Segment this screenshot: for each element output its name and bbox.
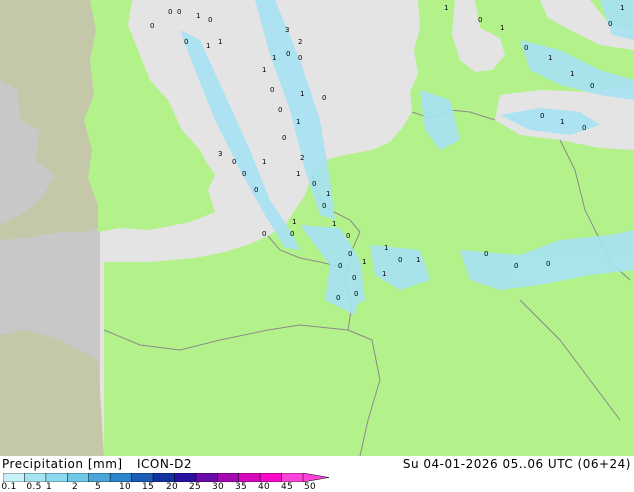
precip-value: 1 bbox=[570, 70, 574, 78]
precip-value: 0 bbox=[282, 134, 286, 142]
scale-tick-label: 1 bbox=[45, 482, 53, 492]
precip-value: 0 bbox=[298, 54, 302, 62]
scale-segment bbox=[174, 473, 197, 482]
scale-tick-label: 45 bbox=[280, 482, 294, 492]
precip-value: 1 bbox=[218, 38, 222, 46]
precip-value: 0 bbox=[150, 22, 154, 30]
precip-value: 3 bbox=[285, 26, 289, 34]
precip-value: 1 bbox=[296, 118, 300, 126]
precip-value: 0 bbox=[254, 186, 258, 194]
precip-value: 1 bbox=[326, 190, 330, 198]
color-scale-bar bbox=[3, 473, 329, 482]
precip-value: 0 bbox=[290, 230, 294, 238]
precip-value: 1 bbox=[444, 4, 448, 12]
scale-tick-label: 30 bbox=[211, 482, 225, 492]
precip-value: 1 bbox=[416, 256, 420, 264]
scale-segment bbox=[281, 473, 304, 482]
precip-value: 1 bbox=[292, 218, 296, 226]
precip-value: 0 bbox=[582, 124, 586, 132]
color-scale-ticks: 0.1 0.5 1 2 5 10 15 20 25 30 35 40 45 50 bbox=[0, 482, 634, 492]
precip-value: 2 bbox=[300, 154, 304, 162]
precip-value: 0 bbox=[242, 170, 246, 178]
scale-tick-label: 40 bbox=[257, 482, 271, 492]
scale-segment bbox=[217, 473, 240, 482]
scale-segment bbox=[88, 473, 111, 482]
scale-tick-label: 2 bbox=[71, 482, 79, 492]
precip-value: 0 bbox=[184, 38, 188, 46]
precip-value: 0 bbox=[514, 262, 518, 270]
scale-tick-label: 0.1 bbox=[1, 482, 17, 492]
precip-value: 1 bbox=[560, 118, 564, 126]
precip-value: 0 bbox=[398, 256, 402, 264]
precip-value: 0 bbox=[270, 86, 274, 94]
scale-tick-label: 15 bbox=[141, 482, 155, 492]
scale-segment bbox=[238, 473, 261, 482]
scale-segment bbox=[131, 473, 154, 482]
scale-arrow bbox=[302, 473, 329, 482]
precip-value: 1 bbox=[548, 54, 552, 62]
scale-segment bbox=[67, 473, 90, 482]
precip-value: 0 bbox=[312, 180, 316, 188]
scale-segment bbox=[259, 473, 283, 482]
precip-value: 2 bbox=[298, 38, 302, 46]
precip-value: 0 bbox=[540, 112, 544, 120]
precip-value: 0 bbox=[352, 274, 356, 282]
precip-value: 1 bbox=[262, 158, 266, 166]
precip-value: 0 bbox=[232, 158, 236, 166]
precip-value: 1 bbox=[332, 220, 336, 228]
scale-segment bbox=[109, 473, 133, 482]
precip-value: 1 bbox=[196, 12, 200, 20]
chart-title: Precipitation [mm] bbox=[2, 457, 123, 471]
map-canvas: 0 0 1 0010 13201100 1 0010210 100101001000 110 11… bbox=[0, 0, 634, 456]
precip-value: 1 bbox=[500, 24, 504, 32]
scale-segment bbox=[152, 473, 176, 482]
legend-footer: Precipitation [mm] ICON-D2 Su 04-01-2026… bbox=[0, 456, 634, 492]
scale-segment bbox=[195, 473, 219, 482]
scale-tick-label: 35 bbox=[234, 482, 248, 492]
precip-value: 3 bbox=[218, 150, 222, 158]
scale-segment bbox=[24, 473, 47, 482]
precip-value: 0 bbox=[346, 232, 350, 240]
precip-value: 0 bbox=[478, 16, 482, 24]
precip-value: 0 bbox=[336, 294, 340, 302]
scale-tick-label: 10 bbox=[118, 482, 132, 492]
precip-value: 1 bbox=[362, 258, 366, 266]
scale-segment bbox=[45, 473, 69, 482]
precip-value: 0 bbox=[322, 202, 326, 210]
scale-tick-label: 5 bbox=[94, 482, 102, 492]
precip-value: 0 bbox=[546, 260, 550, 268]
precip-value: 1 bbox=[206, 42, 210, 50]
precip-value: 0 bbox=[590, 82, 594, 90]
precip-value: 1 bbox=[296, 170, 300, 178]
precip-value: 0 bbox=[608, 20, 612, 28]
scale-tick-label: 50 bbox=[303, 482, 317, 492]
precip-value: 1 bbox=[620, 4, 624, 12]
precip-value: 0 bbox=[338, 262, 342, 270]
precip-value: 0 bbox=[286, 50, 290, 58]
scale-segment bbox=[3, 473, 26, 482]
precip-value: 0 bbox=[262, 230, 266, 238]
scale-tick-label: 25 bbox=[188, 482, 202, 492]
precip-value: 0 bbox=[354, 290, 358, 298]
model-name: ICON-D2 bbox=[137, 457, 193, 471]
precip-value: 1 bbox=[262, 66, 266, 74]
precip-value: 1 bbox=[272, 54, 276, 62]
precip-value: 1 bbox=[384, 244, 388, 252]
valid-time: Su 04-01-2026 05..06 UTC (06+24) bbox=[402, 457, 631, 471]
precip-value: 0 bbox=[177, 8, 181, 16]
scale-tick-label: 0.5 bbox=[26, 482, 42, 492]
precip-value: 0 bbox=[348, 250, 352, 258]
precip-value: 1 bbox=[300, 90, 304, 98]
precip-value: 0 bbox=[208, 16, 212, 24]
precip-value: 0 bbox=[278, 106, 282, 114]
precipitation-map[interactable]: 0010010132011001001021010010100100011011… bbox=[0, 0, 634, 456]
precip-value: 0 bbox=[484, 250, 488, 258]
precip-value: 0 bbox=[524, 44, 528, 52]
precip-value: 1 bbox=[382, 270, 386, 278]
precip-value: 0 bbox=[168, 8, 172, 16]
scale-tick-label: 20 bbox=[165, 482, 179, 492]
precip-value: 0 bbox=[322, 94, 326, 102]
